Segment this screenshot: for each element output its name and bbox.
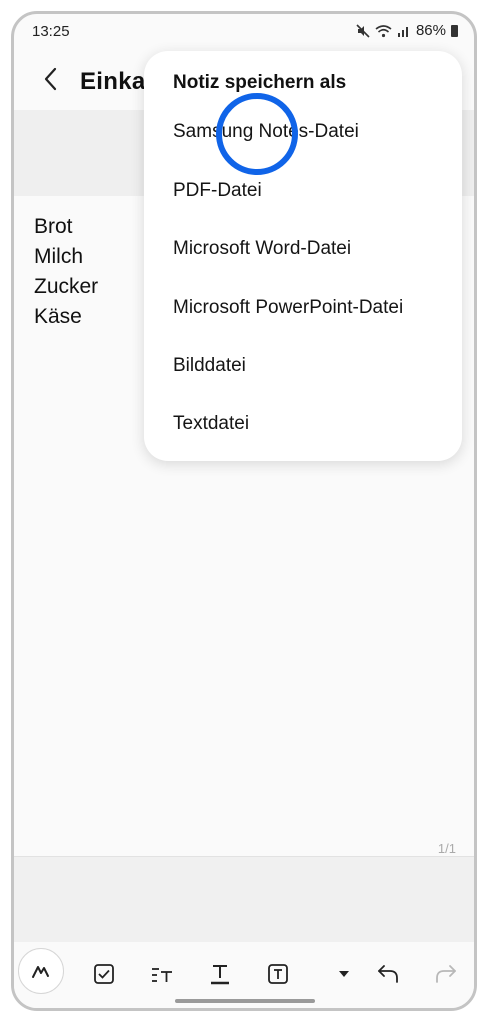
signal-icon <box>397 26 408 37</box>
bottom-panel <box>14 856 474 943</box>
undo-button[interactable] <box>370 956 406 992</box>
battery-icon <box>451 24 458 37</box>
wifi-icon <box>375 24 392 37</box>
text-format-icon <box>211 965 229 985</box>
pen-mode-button[interactable] <box>18 948 64 994</box>
tap-highlight-ring <box>216 93 298 175</box>
text-box-icon <box>268 964 288 984</box>
menu-item-text[interactable]: Textdatei <box>173 413 249 435</box>
menu-item-word[interactable]: Microsoft Word-Datei <box>173 238 351 260</box>
redo-button[interactable] <box>428 956 464 992</box>
note-line: Käse <box>34 305 82 328</box>
text-style-button[interactable] <box>144 956 180 992</box>
text-style-icon <box>152 968 172 982</box>
checkbox-icon <box>94 964 114 984</box>
note-line: Brot <box>34 215 73 238</box>
mute-icon <box>356 23 370 38</box>
note-line: Milch <box>34 245 84 268</box>
undo-icon <box>378 965 398 983</box>
note-line: Zucker <box>34 275 99 298</box>
text-box-button[interactable] <box>260 956 296 992</box>
save-as-title: Notiz speichern als <box>173 72 347 93</box>
pen-icon <box>32 966 49 978</box>
save-as-menu: Notiz speichern als Samsung Notes-Datei … <box>144 51 462 461</box>
status-bar: 13:25 86% <box>14 14 474 50</box>
battery-text: 86% <box>415 22 446 39</box>
status-icons: 86% <box>356 22 458 39</box>
back-arrow-icon[interactable] <box>38 66 64 92</box>
page-indicator: 1/1 <box>437 841 456 856</box>
note-body[interactable]: Brot Milch Zucker Käse <box>34 212 98 332</box>
menu-item-pdf[interactable]: PDF-Datei <box>173 180 262 202</box>
gesture-nav-bar[interactable] <box>175 999 315 1003</box>
checkbox-button[interactable] <box>86 956 122 992</box>
redo-icon <box>436 965 456 983</box>
menu-item-image[interactable]: Bilddatei <box>173 355 246 377</box>
menu-item-powerpoint[interactable]: Microsoft PowerPoint-Datei <box>173 297 403 319</box>
text-format-button[interactable] <box>202 956 238 992</box>
more-tools-button[interactable] <box>326 956 362 992</box>
dropdown-arrow-icon <box>339 971 349 977</box>
status-time: 13:25 <box>32 23 70 40</box>
